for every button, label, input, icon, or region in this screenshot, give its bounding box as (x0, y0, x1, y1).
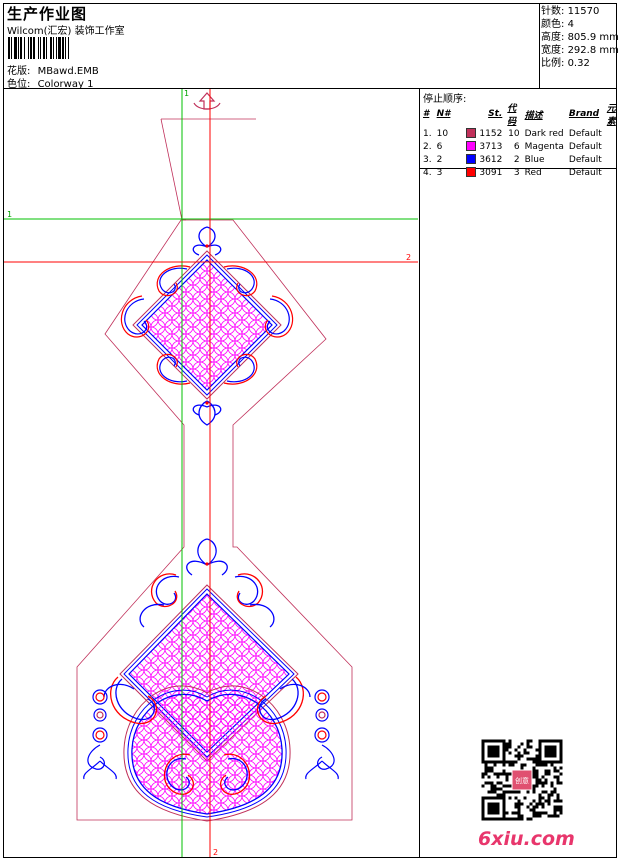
bottom-motif (83, 538, 339, 822)
table-row: 4. 3 3091 3 Red Default (421, 166, 620, 179)
watermark: 6xiu.com (478, 828, 575, 850)
stat-stitches: 针数: 11570 (541, 6, 600, 17)
row-element (605, 127, 620, 140)
col-description: 描述 (524, 110, 543, 121)
col-element: 元素 (606, 104, 616, 127)
stat-colors: 颜色: 4 (541, 19, 574, 30)
stats-divider (539, 3, 540, 89)
col-brand: Brand (568, 109, 600, 119)
top-arrow (193, 92, 221, 110)
row-element (605, 140, 620, 153)
company-name: Wilcom(汇宏) 装饰工作室 (7, 26, 125, 37)
row-stitches: 1152 (464, 127, 505, 140)
row-stitches: 3612 (464, 153, 505, 166)
row-needle: 6 (436, 141, 443, 152)
row-index: 3. (423, 154, 432, 165)
qr-stamp-text: 创意 (515, 776, 529, 785)
row-description: Red (524, 167, 542, 178)
row-element (605, 153, 620, 166)
col-number: N# (436, 109, 451, 119)
table-row: 1. 10 1152 10 Dark red Default (421, 127, 620, 140)
color-swatch (466, 154, 477, 165)
stat-height: 高度: 805.9 mm (541, 32, 619, 43)
row-code: 6 (513, 141, 520, 152)
stat-width: 宽度: 292.8 mm (541, 45, 619, 56)
stat-scale: 比例: 0.32 (541, 58, 590, 69)
row-code: 2 (513, 154, 520, 165)
col-stitches: St. (488, 109, 503, 119)
guide-label-red-right: 2 (406, 253, 411, 262)
color-swatch (466, 128, 477, 139)
color-sequence-table: # N# St. 代码 描述 Brand 元素 1. 10 1152 10 Dark r… (421, 101, 620, 179)
row-description: Magenta (524, 141, 564, 152)
barcode (8, 37, 116, 59)
row-index: 1. (423, 128, 432, 139)
qr-code: 创意 (481, 739, 563, 821)
row-description: Dark red (524, 128, 564, 139)
row-stitches: 3091 (464, 166, 505, 179)
design-stats: 针数: 11570 颜色: 4 高度: 805.9 mm 宽度: 292.8 m… (541, 5, 619, 70)
col-index: # (423, 109, 430, 119)
table-header-row: # N# St. 代码 描述 Brand 元素 (421, 101, 620, 127)
row-code: 10 (508, 128, 520, 139)
color-swatch (466, 167, 477, 178)
embroidery-design-canvas: 1 1 2 2 (4, 89, 418, 857)
guide-label-green-left: 1 (7, 210, 12, 219)
color-swatch (466, 141, 477, 152)
row-description: Blue (524, 154, 545, 165)
row-needle: 3 (436, 167, 443, 178)
colorway-row: 色位: Colorway 1 (7, 75, 93, 90)
row-index: 2. (423, 141, 432, 152)
row-brand: Default (568, 141, 602, 152)
row-stitches: 3713 (464, 140, 505, 153)
guide-label-red-bottom: 2 (213, 848, 218, 857)
row-code: 3 (513, 167, 520, 178)
row-brand: Default (568, 167, 602, 178)
col-code: 代码 (507, 104, 517, 127)
table-row: 2. 6 3713 6 Magenta Default (421, 140, 620, 153)
row-needle: 2 (436, 154, 443, 165)
table-row: 3. 2 3612 2 Blue Default (421, 153, 620, 166)
guide-label-green-top: 1 (184, 89, 189, 98)
sidebar-divider (419, 88, 420, 858)
row-needle: 10 (436, 128, 449, 139)
row-brand: Default (568, 128, 602, 139)
row-brand: Default (568, 154, 602, 165)
row-element (605, 166, 620, 179)
row-index: 4. (423, 167, 432, 178)
page-title: 生产作业图 (7, 5, 88, 23)
